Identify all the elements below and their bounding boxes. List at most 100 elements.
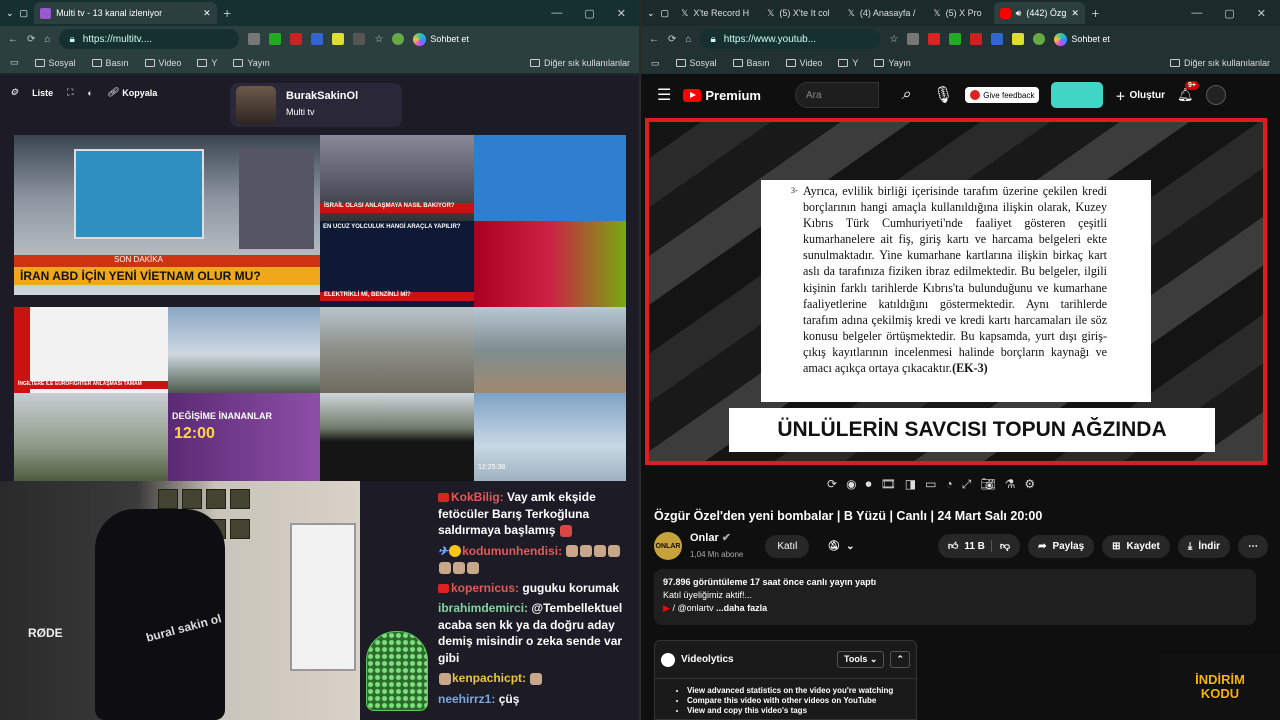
home-icon[interactable]: ⌂	[44, 34, 50, 45]
workspaces-icon[interactable]: ▢	[20, 8, 29, 19]
workspaces-icon[interactable]: ▢	[661, 8, 670, 19]
extension-icon[interactable]	[928, 33, 941, 45]
chat-username[interactable]: kenpachicpt:	[452, 671, 526, 685]
favorite-star-icon[interactable]: ☆	[889, 34, 898, 45]
theater-icon[interactable]: ▭	[925, 477, 936, 492]
more-actions-button[interactable]: ⋯	[1238, 534, 1268, 558]
copilot-button[interactable]: Sohbet et	[413, 32, 469, 46]
maximize-icon[interactable]: ▢	[1224, 7, 1234, 20]
reload-icon[interactable]: ⟳	[27, 34, 35, 45]
extension-icon[interactable]	[907, 33, 920, 45]
close-tab-icon[interactable]: ✕	[1071, 8, 1079, 19]
loop-icon[interactable]: ⟳	[827, 477, 837, 492]
notifications-button[interactable]: 🔔︎ 9+	[1177, 81, 1199, 103]
stream-tile-weather[interactable]	[474, 135, 626, 221]
search-input[interactable]: Ara	[794, 82, 879, 108]
chat-username[interactable]: kopernicus:	[451, 581, 519, 595]
extension-toolbar-button[interactable]	[1051, 82, 1104, 108]
theme-icon[interactable]: ◐	[87, 88, 92, 98]
close-tab-icon[interactable]: ✕	[203, 8, 211, 19]
bookmarks-menu-icon[interactable]: ▭	[10, 57, 19, 68]
stream-tile-news2[interactable]: İSRAİL OLASI ANLAŞMAYA NASIL BAKIYOR?	[320, 135, 474, 221]
subscribed-bell-button[interactable]: 🔕︎ ⌄	[817, 535, 864, 558]
tab-x-4[interactable]: 𝕏 (5) X Pro	[927, 2, 987, 24]
tab-actions-icon[interactable]: ⌄	[6, 8, 14, 19]
tab-x-1[interactable]: 𝕏 X'te Record H	[675, 2, 755, 24]
tab-x-2[interactable]: 𝕏 (5) X'te It col	[761, 2, 836, 24]
other-favorites[interactable]: Diğer sık kullanılanlar	[529, 58, 630, 68]
fullscreen-icon[interactable]: ⛶	[67, 87, 73, 98]
extension-icon[interactable]	[290, 33, 303, 45]
chat-username[interactable]: KokBilig:	[451, 490, 504, 504]
extension-icon[interactable]	[311, 33, 324, 45]
extension-icon[interactable]	[970, 33, 983, 45]
url-field[interactable]: 🔒︎ https://www.youtub...	[700, 29, 881, 49]
create-button[interactable]: ＋ Oluştur	[1115, 88, 1165, 103]
live-icon[interactable]: ◉	[846, 477, 856, 492]
extension-icon[interactable]	[248, 33, 261, 45]
extension-icon[interactable]	[353, 33, 366, 45]
minimize-icon[interactable]: —	[551, 7, 562, 20]
chat-username[interactable]: kodumunhendisi:	[462, 544, 562, 558]
mic-icon[interactable]: 🎙︎	[933, 85, 953, 105]
search-button[interactable]: ⌕	[891, 82, 921, 108]
download-button[interactable]: ⤓ İndir	[1177, 534, 1230, 558]
bookmark-folder[interactable]: Sosyal	[675, 58, 717, 68]
stream-tile-city2[interactable]	[474, 307, 626, 393]
back-icon[interactable]: ←	[8, 34, 18, 45]
video-description[interactable]: 97.896 görüntüleme 17 saat önce canlı ya…	[654, 569, 1256, 625]
tab-actions-icon[interactable]: ⌄	[647, 8, 655, 19]
pip-icon[interactable]: ◨	[905, 477, 916, 492]
channel-avatar[interactable]: ONLAR	[654, 532, 682, 560]
bookmark-folder[interactable]: Video	[144, 58, 181, 68]
join-button[interactable]: Katıl	[765, 534, 810, 558]
bookmark-folder[interactable]: Yayın	[874, 58, 911, 68]
bookmark-folder[interactable]: Basın	[91, 58, 129, 68]
speed-icon[interactable]: ◔	[945, 477, 952, 492]
filter-icon[interactable]: ⚗	[1005, 477, 1016, 492]
extension-icon[interactable]	[949, 33, 962, 45]
speaker-icon[interactable]: 🔊︎	[1016, 8, 1022, 19]
feedback-button[interactable]: Give feedback	[965, 87, 1040, 103]
bookmark-folder[interactable]: Y	[838, 58, 858, 68]
maximize-icon[interactable]: ▢	[584, 7, 594, 20]
stream-tile-news5[interactable]: İNGİLTERE İLE EUROFIGHTER ANLAŞMASI TAMA…	[14, 307, 168, 393]
settings-button[interactable]: ⚙	[10, 87, 18, 98]
thumbs-down-icon[interactable]: 👎︎	[990, 540, 1010, 552]
save-button[interactable]: ⊞ Kaydet	[1102, 534, 1170, 558]
minimize-icon[interactable]: —	[1191, 7, 1202, 20]
bookmarks-menu-icon[interactable]: ▭	[651, 58, 660, 69]
tab-multitv[interactable]: Multi tv - 13 kanal izleniyor ✕	[34, 2, 217, 24]
channel-name[interactable]: Onlar ✔	[690, 531, 743, 544]
bookmark-folder[interactable]: Yayın	[233, 58, 270, 68]
stream-tile-news6[interactable]: DEĞİŞİME İNANANLAR 12:00	[168, 393, 320, 481]
stream-tile-sky[interactable]: 12:25:38	[474, 393, 626, 481]
channel-handle-link[interactable]: / @onlartv	[672, 603, 713, 613]
url-field[interactable]: 🔒︎ https://multitv....	[59, 29, 240, 49]
like-button[interactable]: 👍︎ 11 B 👎︎	[937, 534, 1021, 558]
stream-tile-cams2[interactable]	[320, 393, 474, 481]
extension-icon[interactable]	[1012, 33, 1025, 45]
favorites-icon[interactable]: ☆	[374, 34, 383, 45]
record-icon[interactable]: ⏺	[866, 477, 872, 492]
youtube-logo[interactable]: Premium	[683, 88, 761, 103]
close-window-icon[interactable]: ✕	[1257, 7, 1266, 20]
stream-tile-news4[interactable]	[474, 221, 626, 307]
profile-avatar[interactable]	[1033, 33, 1046, 45]
stream-tile-city1[interactable]	[320, 307, 474, 393]
other-favorites[interactable]: Diğer sık kullanılanlar	[1169, 58, 1270, 68]
extension-icon[interactable]	[991, 33, 1004, 45]
avatar[interactable]	[1205, 85, 1226, 105]
bookmark-folder[interactable]: Sosyal	[34, 58, 76, 68]
new-tab-icon[interactable]: ＋	[223, 7, 232, 20]
copy-button[interactable]: 🔗︎ Kopyala	[107, 87, 157, 98]
home-icon[interactable]: ⌂	[685, 34, 691, 45]
chat-username[interactable]: ibrahimdemirci:	[438, 601, 528, 615]
bookmark-folder[interactable]: Basın	[732, 58, 770, 68]
expand-icon[interactable]: ⤢	[962, 477, 972, 492]
tools-dropdown[interactable]: Tools ⌄	[837, 651, 885, 668]
stream-tile-cams[interactable]	[168, 307, 320, 393]
video-player[interactable]: 3- Ayrıca, evlilik birliği içerisinde ta…	[645, 118, 1267, 465]
stream-tile-city3[interactable]	[14, 393, 168, 481]
collapse-button[interactable]: ⌃	[890, 651, 910, 668]
